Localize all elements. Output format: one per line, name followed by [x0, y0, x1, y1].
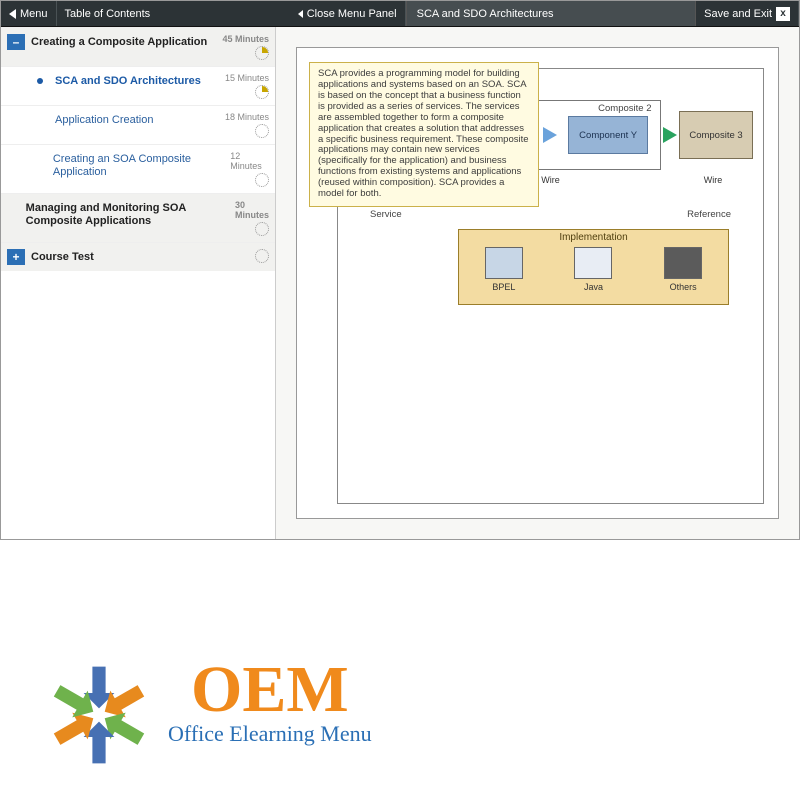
arrow-icon: [543, 127, 557, 143]
toc-header-text: Table of Contents: [65, 8, 151, 20]
impl-java: Java: [567, 247, 619, 292]
implementation-box: Implementation BPEL Java Others: [458, 229, 729, 305]
component-y-box: Component Y: [568, 116, 648, 154]
page-title-text: SCA and SDO Architectures: [417, 8, 554, 20]
progress-icon: [255, 249, 269, 263]
duration-label: 15 Minutes: [225, 73, 269, 83]
save-and-exit-button[interactable]: Save and Exit x: [695, 1, 799, 26]
content-area: SCA provides a programming model for bui…: [276, 27, 799, 539]
collapse-icon[interactable]: –: [7, 34, 25, 50]
brand-subtitle: Office Elearning Menu: [168, 721, 372, 747]
impl-label: Java: [584, 282, 603, 292]
toc-group-label: Course Test: [31, 249, 249, 264]
service-label: Service: [370, 209, 402, 220]
impl-label: BPEL: [492, 282, 515, 292]
app-window: Menu Table of Contents Close Menu Panel …: [0, 0, 800, 540]
header-bar: Menu Table of Contents Close Menu Panel …: [1, 1, 799, 27]
brand-title: OEM: [191, 660, 349, 719]
impl-label: Others: [670, 282, 697, 292]
toc-sidebar: – Creating a Composite Application 45 Mi…: [1, 27, 276, 539]
duration-label: 12 Minutes: [230, 151, 269, 171]
toc-item-label: Application Creation: [55, 112, 219, 127]
info-tooltip: SCA provides a programming model for bui…: [309, 62, 539, 207]
chevron-left-icon: [9, 9, 16, 19]
menu-button-label: Menu: [20, 8, 48, 20]
wire-label: Wire: [673, 175, 753, 195]
toc-group-course-test[interactable]: + Course Test: [1, 242, 275, 271]
close-menu-panel-button[interactable]: Close Menu Panel: [290, 1, 406, 26]
current-item-icon: [31, 73, 49, 89]
toc-group-label: Creating a Composite Application: [31, 34, 216, 49]
progress-icon: [255, 85, 269, 99]
composite-3-box: Composite 3: [679, 111, 753, 159]
toc-header-label: Table of Contents: [57, 1, 290, 26]
duration-label: 30 Minutes: [235, 200, 269, 220]
impl-bpel: BPEL: [478, 247, 530, 292]
page-title: SCA and SDO Architectures: [406, 1, 696, 26]
progress-icon: [255, 124, 269, 138]
impl-others: Others: [657, 247, 709, 292]
progress-icon: [255, 222, 269, 236]
duration-label: 45 Minutes: [222, 34, 269, 44]
toc-group-composite-app[interactable]: – Creating a Composite Application 45 Mi…: [1, 27, 275, 66]
reference-label: Reference: [687, 209, 731, 220]
implementation-label: Implementation: [459, 230, 728, 245]
toc-group-label: Managing and Monitoring SOA Composite Ap…: [26, 200, 229, 228]
sidebar-item-application-creation[interactable]: Application Creation 18 Minutes: [1, 105, 275, 144]
close-menu-panel-label: Close Menu Panel: [307, 8, 397, 20]
close-icon: x: [776, 7, 790, 21]
arrow-icon: [663, 127, 677, 143]
toc-item-label: Creating an SOA Composite Application: [53, 151, 224, 179]
sidebar-item-soa-composite[interactable]: Creating an SOA Composite Application 12…: [1, 144, 275, 193]
brand-logo: OEM Office Elearning Menu: [44, 660, 372, 770]
spacer: [7, 200, 20, 216]
expand-icon[interactable]: +: [7, 249, 25, 265]
oem-arrows-icon: [44, 660, 154, 770]
progress-icon: [255, 46, 269, 60]
bullet-icon: [31, 151, 47, 167]
bullet-icon: [31, 112, 49, 128]
composite-2-label: Composite 2: [598, 103, 651, 114]
diagram-canvas: SCA provides a programming model for bui…: [296, 47, 779, 519]
duration-label: 18 Minutes: [225, 112, 269, 122]
save-exit-label: Save and Exit: [704, 8, 772, 20]
body: – Creating a Composite Application 45 Mi…: [1, 27, 799, 539]
toc-item-label: SCA and SDO Architectures: [55, 73, 219, 88]
menu-button[interactable]: Menu: [1, 1, 57, 26]
toc-group-managing[interactable]: Managing and Monitoring SOA Composite Ap…: [1, 193, 275, 242]
sidebar-item-sca-sdo[interactable]: SCA and SDO Architectures 15 Minutes: [1, 66, 275, 105]
chevron-left-icon: [298, 10, 303, 18]
progress-icon: [255, 173, 269, 187]
